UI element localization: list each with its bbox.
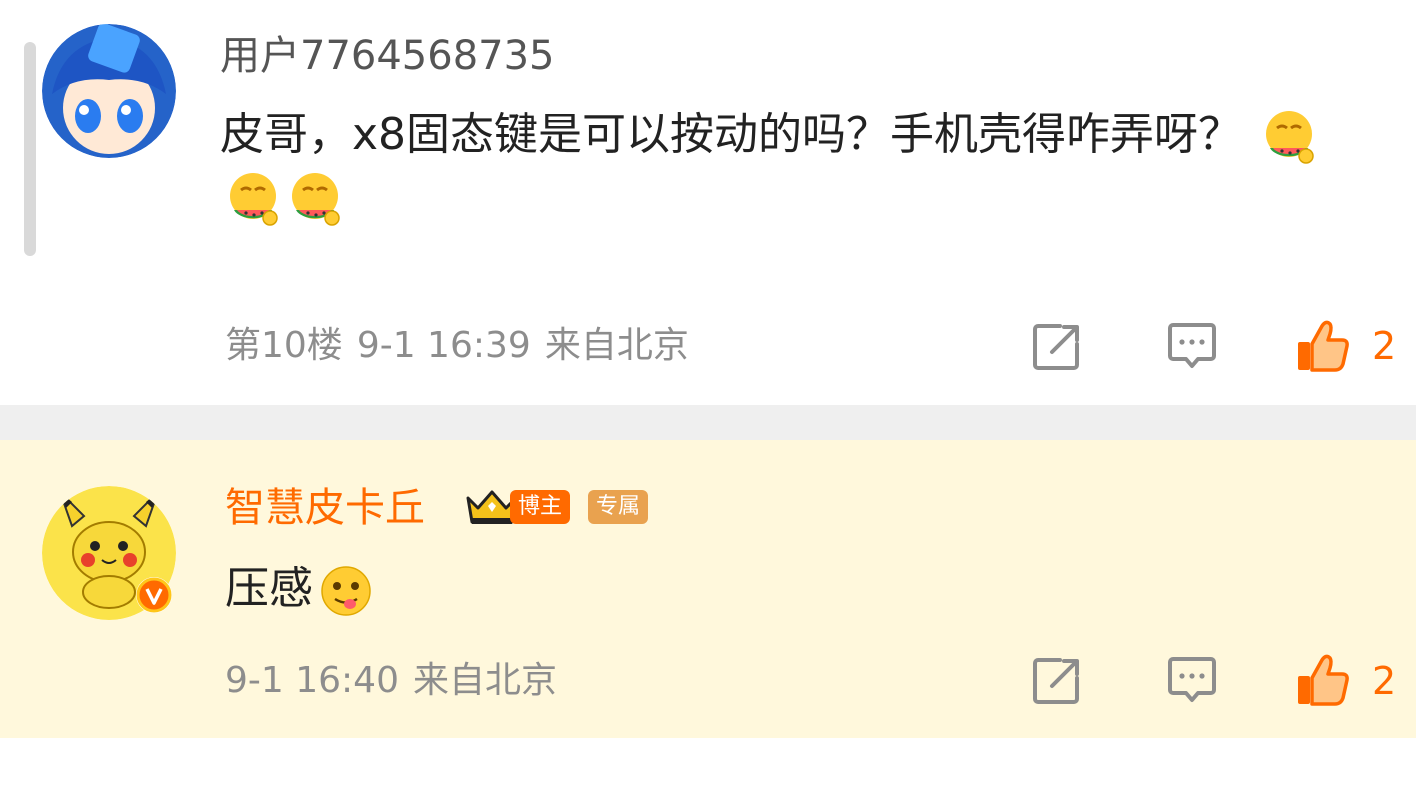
username[interactable]: 智慧皮卡丘 — [225, 484, 425, 532]
floor-number: 第10楼 — [225, 325, 343, 366]
reply-button[interactable] — [1164, 652, 1220, 708]
repost-button[interactable] — [1030, 652, 1086, 708]
comment-text: 压感 — [225, 558, 1375, 620]
thumbs-up-icon — [1298, 320, 1349, 372]
comment-meta: 9-1 16:40 来自北京 — [225, 659, 571, 703]
comment-meta: 第10楼 9-1 16:39 来自北京 — [225, 324, 703, 368]
like-count: 2 — [1372, 324, 1397, 368]
exclusive-tag: 专属 — [588, 490, 649, 524]
repost-icon — [1033, 324, 1079, 370]
avatar[interactable] — [42, 24, 176, 158]
reply-icon — [1168, 657, 1216, 702]
section-divider — [0, 405, 1416, 440]
like-button[interactable] — [1294, 318, 1350, 374]
like-count: 2 — [1372, 659, 1397, 703]
timestamp: 9-1 16:40 — [225, 660, 399, 701]
verified-badge-icon — [136, 577, 172, 613]
bottom-spacer — [0, 738, 1416, 801]
repost-icon — [1033, 658, 1079, 704]
comment-text-body: 皮哥，x8固态键是可以按动的吗？手机壳得咋弄呀？ — [220, 109, 1243, 160]
reply-icon — [1168, 323, 1216, 368]
scroll-indicator[interactable] — [24, 42, 36, 256]
repost-button[interactable] — [1030, 318, 1086, 374]
tongue-out-emoji — [317, 562, 375, 620]
watermelon-eating-emoji — [1260, 108, 1318, 166]
comment-text: 皮哥，x8固态键是可以按动的吗？手机壳得咋弄呀？ — [220, 104, 1370, 228]
timestamp: 9-1 16:39 — [356, 325, 531, 366]
watermelon-eating-emoji — [286, 170, 344, 228]
like-button[interactable] — [1294, 652, 1350, 708]
comment-item: 智慧皮卡丘 博主 专属 压感 9-1 16:40 来自北京 2 — [0, 440, 1416, 738]
reply-button[interactable] — [1164, 318, 1220, 374]
location: 来自北京 — [413, 660, 558, 701]
watermelon-eating-emoji — [224, 170, 282, 228]
location: 来自北京 — [544, 325, 689, 366]
blogger-tag: 博主 — [510, 490, 571, 524]
comment-item: 用户7764568735 皮哥，x8固态键是可以按动的吗？手机壳得咋弄呀？ 第1… — [0, 0, 1416, 405]
thumbs-up-icon — [1298, 654, 1349, 706]
comment-text-body: 压感 — [225, 563, 313, 614]
username[interactable]: 用户7764568735 — [220, 32, 555, 80]
